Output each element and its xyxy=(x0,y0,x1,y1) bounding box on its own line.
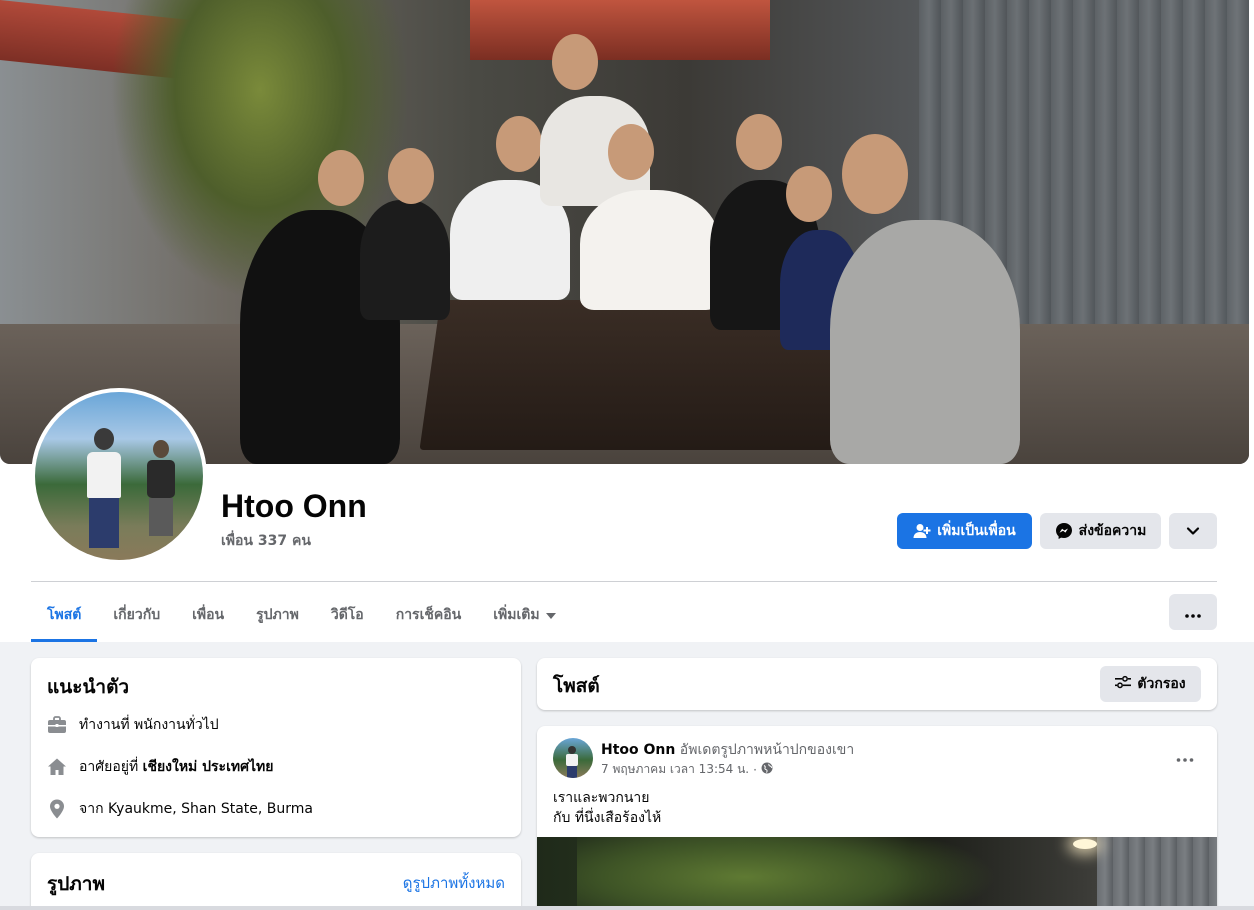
tab-label: การเช็คอิน xyxy=(395,607,462,623)
photos-title: รูปภาพ xyxy=(47,873,105,895)
post-author-avatar[interactable] xyxy=(553,738,593,778)
cover-person-head xyxy=(552,34,598,90)
intro-work: ทำงานที่ พนักงานทั่วไป xyxy=(47,714,219,736)
avatar-figure xyxy=(87,428,121,548)
caret-down-icon xyxy=(545,607,556,623)
filter-sliders-icon xyxy=(1115,675,1132,693)
chevron-down-icon xyxy=(1186,526,1200,536)
post-text-line: เราและพวกนาย xyxy=(553,790,650,806)
cover-person xyxy=(580,190,720,310)
window-bottom-edge xyxy=(0,906,1254,910)
messenger-icon xyxy=(1055,522,1073,540)
cover-person xyxy=(830,220,1020,464)
tab-more[interactable]: เพิ่มเติม xyxy=(477,588,571,642)
briefcase-icon xyxy=(47,715,67,735)
intro-work-value: พนักงานทั่วไป xyxy=(134,717,219,733)
tab-checkins[interactable]: การเช็คอิน xyxy=(380,588,478,642)
add-friend-button[interactable]: เพิ่มเป็นเพื่อน xyxy=(897,513,1032,549)
cover-person-head xyxy=(496,116,542,172)
tabs-more-button[interactable] xyxy=(1169,594,1217,630)
intro-from-prefix: จาก xyxy=(79,801,108,817)
cover-person-head xyxy=(786,166,832,222)
tab-label: เกี่ยวกับ xyxy=(113,607,161,623)
post-text-line: กับ ที่นึ่งเสือร้องไห้ xyxy=(553,810,662,826)
post-action-text: อัพเดตรูปภาพหน้าปกของเขา xyxy=(675,742,855,758)
cover-person-head xyxy=(842,134,908,214)
cover-photo[interactable] xyxy=(0,0,1249,464)
tab-about[interactable]: เกี่ยวกับ xyxy=(97,588,176,642)
post-card: Htoo Onn อัพเดตรูปภาพหน้าปกของเขา 7 พฤษภ… xyxy=(537,726,1217,910)
profile-avatar[interactable] xyxy=(31,388,207,564)
intro-lives: อาศัยอยู่ที่ เชียงใหม่ ประเทศไทย xyxy=(47,756,273,778)
intro-lives-prefix: อาศัยอยู่ที่ xyxy=(79,759,143,775)
tab-label: โพสต์ xyxy=(47,607,82,623)
tab-label: รูปภาพ xyxy=(256,607,299,623)
see-all-photos-link[interactable]: ดูรูปภาพทั้งหมด xyxy=(403,871,505,895)
tab-videos[interactable]: วิดีโอ xyxy=(315,588,380,642)
tab-label: วิดีโอ xyxy=(330,607,364,623)
person-plus-icon xyxy=(913,523,931,539)
intro-card: แนะนำตัว ทำงานที่ พนักงานทั่วไป อาศัยอยู… xyxy=(31,658,521,837)
tab-label: เพื่อน xyxy=(192,607,225,623)
tab-label: เพิ่มเติม xyxy=(493,607,540,623)
posts-header-card: โพสต์ ตัวกรอง xyxy=(537,658,1217,710)
profile-tabs: โพสต์ เกี่ยวกับ เพื่อน รูปภาพ วิดีโอ การ… xyxy=(31,588,572,642)
globe-icon xyxy=(761,762,773,777)
cover-person-head xyxy=(608,124,654,180)
more-dots-icon xyxy=(1176,747,1194,766)
friends-count[interactable]: เพื่อน 337 คน xyxy=(221,530,311,552)
intro-from: จาก Kyaukme, Shan State, Burma xyxy=(47,798,313,820)
posts-title: โพสต์ xyxy=(553,675,600,697)
cover-person-head xyxy=(318,150,364,206)
home-icon xyxy=(47,757,67,777)
intro-title: แนะนำตัว xyxy=(47,676,130,698)
cover-person-head xyxy=(736,114,782,170)
cover-person xyxy=(360,200,450,320)
cover-person-head xyxy=(388,148,434,204)
post-image-wall xyxy=(1097,837,1217,910)
avatar-figure xyxy=(147,440,175,536)
post-text: เราและพวกนาย กับ ที่นึ่งเสือร้องไห้ xyxy=(553,788,661,828)
more-dots-icon xyxy=(1185,603,1201,622)
tab-friends[interactable]: เพื่อน xyxy=(176,588,240,642)
profile-header: Htoo Onn เพื่อน 337 คน เพิ่มเป็นเพื่อน ส… xyxy=(0,0,1254,642)
cover-awning xyxy=(470,0,770,60)
intro-from-value[interactable]: Kyaukme, Shan State, Burma xyxy=(108,801,313,817)
location-pin-icon xyxy=(47,799,67,819)
photos-card: รูปภาพ ดูรูปภาพทั้งหมด xyxy=(31,853,521,910)
post-author-name[interactable]: Htoo Onn xyxy=(601,742,675,758)
post-image[interactable] xyxy=(537,837,1217,910)
add-friend-label: เพิ่มเป็นเพื่อน xyxy=(937,523,1016,539)
post-timestamp[interactable]: 7 พฤษภาคม เวลา 13:54 น. xyxy=(601,760,749,779)
meta-separator: · xyxy=(753,762,757,777)
message-label: ส่งข้อความ xyxy=(1078,523,1147,539)
intro-work-prefix: ทำงานที่ xyxy=(79,717,135,733)
post-image-foliage xyxy=(577,837,997,910)
profile-name: Htoo Onn xyxy=(221,488,367,524)
post-meta: 7 พฤษภาคม เวลา 13:54 น. · xyxy=(601,760,773,779)
post-author-line: Htoo Onn อัพเดตรูปภาพหน้าปกของเขา xyxy=(601,739,854,761)
filter-button[interactable]: ตัวกรอง xyxy=(1100,666,1201,702)
filter-label: ตัวกรอง xyxy=(1137,676,1186,692)
profile-avatar-image xyxy=(35,392,203,560)
profile-options-button[interactable] xyxy=(1169,513,1217,549)
post-options-button[interactable] xyxy=(1169,742,1201,770)
intro-lives-value[interactable]: เชียงใหม่ ประเทศไทย xyxy=(143,759,274,775)
tab-photos[interactable]: รูปภาพ xyxy=(240,588,315,642)
message-button[interactable]: ส่งข้อความ xyxy=(1040,513,1161,549)
tab-posts[interactable]: โพสต์ xyxy=(31,588,98,642)
post-image-light xyxy=(1073,839,1097,849)
header-divider xyxy=(31,581,1217,582)
